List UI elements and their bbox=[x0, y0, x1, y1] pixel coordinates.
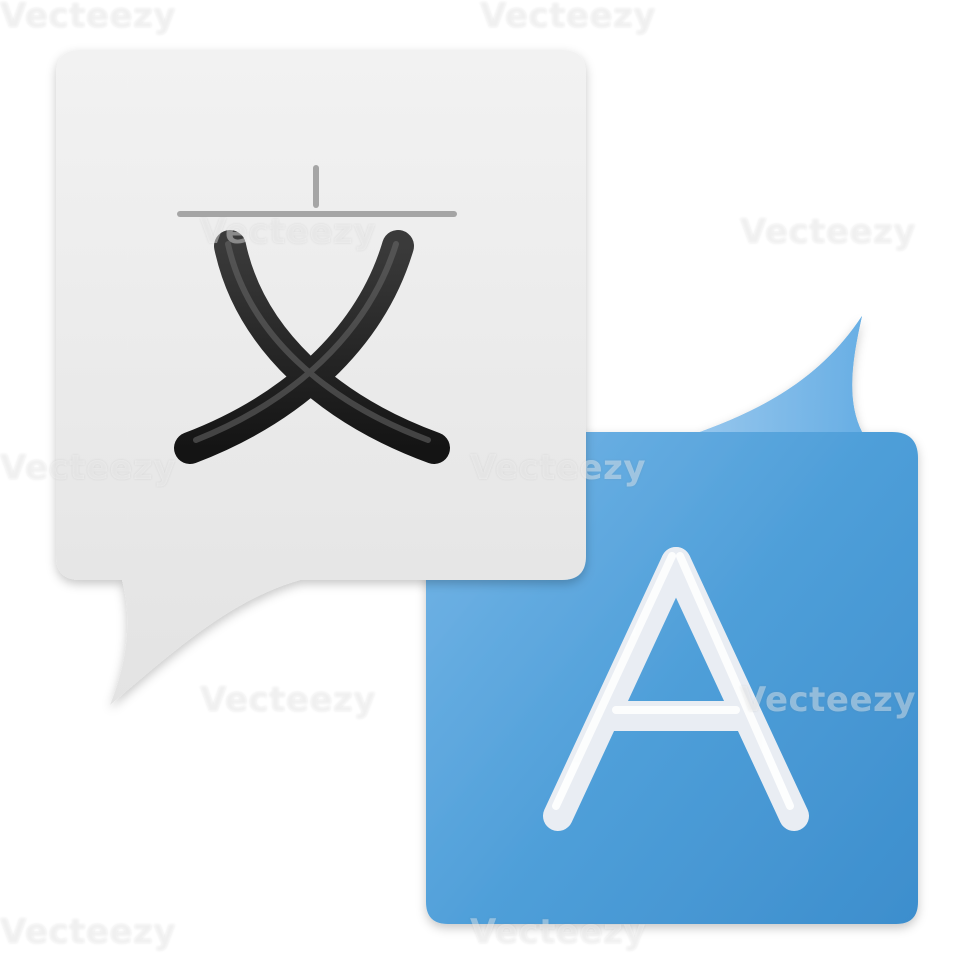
translate-icon bbox=[56, 50, 918, 924]
translate-icon-canvas: Vecteezy Vecteezy Vecteezy Vecteezy Vect… bbox=[0, 0, 980, 980]
